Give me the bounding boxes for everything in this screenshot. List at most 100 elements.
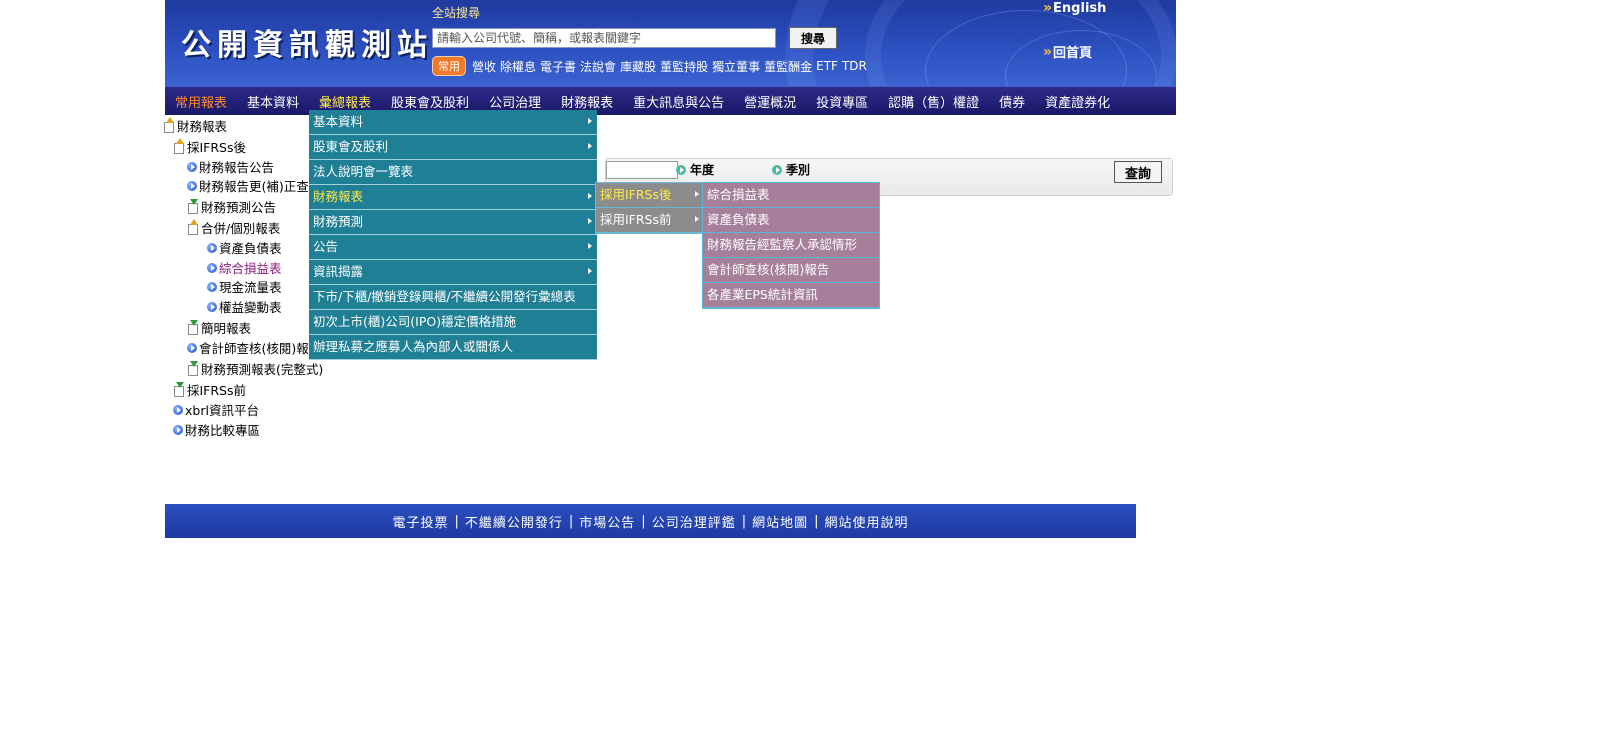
tree-label: 財務報表 — [177, 119, 228, 134]
footer-separator: | — [641, 513, 646, 529]
footer-separator: | — [568, 513, 574, 529]
menu-item-basic-info[interactable]: 基本資料 — [309, 110, 597, 135]
menu-label: 各產業EPS統計資訊 — [707, 287, 818, 302]
tree-label: 採IFRSs前 — [187, 383, 247, 398]
arrow-bullet-icon — [207, 242, 217, 253]
quick-link-tdr[interactable]: TDR — [842, 59, 867, 73]
menu-label: 辦理私募之應募人為內部人或關係人 — [313, 339, 514, 354]
nav-summary-reports[interactable]: 彙總報表 — [309, 92, 381, 111]
home-link-label: 回首頁 — [1053, 46, 1093, 61]
tree-node-condensed-statements[interactable]: 簡明報表 — [187, 318, 251, 337]
site-logo[interactable]: 公開資訊觀測站 — [181, 20, 433, 64]
quick-link-treasury-stock[interactable]: 庫藏股 — [620, 58, 656, 75]
tree-node-report-announcement[interactable]: 財務報告公告 — [187, 157, 274, 176]
footer-link-help[interactable]: 網站使用說明 — [825, 512, 909, 531]
nav-shareholders-dividends[interactable]: 股東會及股利 — [381, 92, 479, 111]
tree-node-consolidated-statements[interactable]: 合併/個別報表 — [187, 218, 280, 237]
menu-item-private-placement[interactable]: 辦理私募之應募人為內部人或關係人 — [309, 335, 597, 360]
tree-node-xbrl[interactable]: xbrl資訊平台 — [173, 400, 259, 419]
menu-item-pre-ifrss[interactable]: 採用IFRSs前 — [596, 208, 704, 233]
tree-node-income-statement[interactable]: 綜合損益表 — [207, 258, 282, 277]
nav-warrants[interactable]: 認購（售）權證 — [878, 92, 989, 111]
quick-link-dividend[interactable]: 除權息 — [500, 58, 536, 75]
tree-node-financial-statements[interactable]: 財務報表 — [163, 116, 227, 135]
footer-link-governance-evaluation[interactable]: 公司治理評鑑 — [652, 512, 736, 531]
tree-label: 採IFRSs後 — [187, 140, 247, 155]
nav-financial-statements[interactable]: 財務報表 — [551, 92, 623, 111]
menu-item-post-ifrss[interactable]: 採用IFRSs後 — [596, 183, 704, 208]
quick-link-revenue[interactable]: 營收 — [472, 58, 496, 75]
tree-node-forecast-announcement[interactable]: 財務預測公告 — [187, 197, 276, 216]
company-code-input[interactable] — [606, 161, 678, 179]
menu-item-announcements[interactable]: 公告 — [309, 235, 597, 260]
year-field[interactable]: 年度 — [676, 161, 714, 178]
search-button[interactable]: 搜尋 — [789, 27, 837, 49]
menu-item-investor-conference-list[interactable]: 法人說明會一覽表 — [309, 160, 597, 185]
nav-corporate-governance[interactable]: 公司治理 — [479, 92, 551, 111]
menu-item-disclosure[interactable]: 資訊揭露 — [309, 260, 597, 285]
menu-label: 法人說明會一覽表 — [313, 164, 414, 179]
search-input[interactable] — [432, 28, 776, 48]
menu-item-industry-eps[interactable]: 各產業EPS統計資訊 — [703, 283, 879, 308]
tree-label: 財務預測公告 — [201, 200, 277, 215]
menu-item-balance-sheet[interactable]: 資產負債表 — [703, 208, 879, 233]
english-link[interactable]: » English — [1043, 0, 1106, 16]
quick-link-independent-director[interactable]: 獨立董事 — [712, 58, 760, 75]
arrow-bullet-icon — [187, 342, 197, 353]
tree-node-forecast-full[interactable]: 財務預測報表(完整式) — [187, 359, 323, 378]
tree-node-pre-ifrss[interactable]: 採IFRSs前 — [173, 380, 246, 399]
menu-item-delisting-summary[interactable]: 下市/下櫃/撤銷登錄興櫃/不繼續公開發行彙總表 — [309, 285, 597, 310]
menu-item-financial-forecast[interactable]: 財務預測 — [309, 210, 597, 235]
menu-label: 公告 — [313, 239, 339, 254]
tree-node-comparison[interactable]: 財務比較專區 — [173, 420, 260, 439]
post-ifrss-submenu: 綜合損益表 資產負債表 財務報告經監察人承認情形 會計師查核(核閱)報告 各產業… — [702, 182, 880, 309]
tree-node-post-ifrss[interactable]: 採IFRSs後 — [173, 137, 246, 156]
nav-common-reports[interactable]: 常用報表 — [165, 92, 237, 111]
footer-link-market-notice[interactable]: 市場公告 — [579, 512, 635, 531]
menu-item-ipo-stabilization[interactable]: 初次上市(櫃)公司(IPO)穩定價格措施 — [309, 310, 597, 335]
menu-item-shareholders-dividends[interactable]: 股東會及股利 — [309, 135, 597, 160]
tree-node-cash-flow[interactable]: 現金流量表 — [207, 277, 282, 296]
tree-node-auditor-report[interactable]: 會計師查核(核閱)報 — [187, 338, 309, 357]
menu-label: 會計師查核(核閱)報告 — [707, 262, 830, 277]
footer-link-discontinued[interactable]: 不繼續公開發行 — [465, 512, 563, 531]
quick-link-etf[interactable]: ETF — [816, 59, 838, 73]
tree-label: 合併/個別報表 — [201, 221, 281, 236]
menu-item-income-statement[interactable]: 綜合損益表 — [703, 183, 879, 208]
nav-securitization[interactable]: 資產證券化 — [1035, 92, 1120, 111]
quick-link-ebook[interactable]: 電子書 — [540, 58, 576, 75]
quick-link-director-remuneration[interactable]: 董監酬金 — [764, 58, 812, 75]
tree-node-report-correction[interactable]: 財務報告更(補)正查 — [187, 176, 309, 195]
menu-label: 基本資料 — [313, 114, 364, 129]
arrow-bullet-icon — [207, 301, 217, 312]
double-chevron-icon: » — [1043, 0, 1052, 16]
tree-node-balance-sheet[interactable]: 資產負債表 — [207, 238, 282, 257]
site-header: 公開資訊觀測站 全站搜尋 搜尋 常用 營收 除權息 電子書 法說會 庫藏股 董監… — [165, 0, 1176, 86]
submenu-arrow-icon — [588, 243, 592, 249]
menu-item-financial-statements[interactable]: 財務報表 — [309, 185, 597, 210]
folder-closed-icon — [173, 381, 185, 397]
submenu-arrow-icon — [695, 216, 699, 222]
folder-open-icon — [187, 218, 199, 235]
nav-basic-info[interactable]: 基本資料 — [237, 92, 309, 111]
menu-item-auditor-report[interactable]: 會計師查核(核閱)報告 — [703, 258, 879, 283]
season-field[interactable]: 季別 — [772, 161, 810, 178]
tree-label: 財務比較專區 — [185, 423, 261, 438]
menu-item-supervisor-approval[interactable]: 財務報告經監察人承認情形 — [703, 233, 879, 258]
footer-link-sitemap[interactable]: 網站地圖 — [752, 512, 808, 531]
tree-node-equity-changes[interactable]: 權益變動表 — [207, 297, 282, 316]
quick-links: 常用 營收 除權息 電子書 法說會 庫藏股 董監持股 獨立董事 董監酬金 ETF… — [432, 56, 867, 76]
financial-statements-submenu: 採用IFRSs後 採用IFRSs前 — [595, 182, 705, 234]
folder-closed-icon — [187, 319, 199, 335]
footer-link-e-voting[interactable]: 電子投票 — [392, 512, 448, 531]
tree-label: 財務報告更(補)正查 — [199, 179, 309, 194]
home-link[interactable]: » 回首頁 — [1043, 42, 1093, 62]
nav-operations[interactable]: 營運概況 — [734, 92, 806, 111]
tree-label: 財務報告公告 — [199, 160, 275, 175]
quick-link-investor-conference[interactable]: 法說會 — [580, 58, 616, 75]
nav-material-info[interactable]: 重大訊息與公告 — [623, 92, 734, 111]
nav-investment[interactable]: 投資專區 — [806, 92, 878, 111]
query-button[interactable]: 查詢 — [1114, 161, 1162, 183]
quick-link-director-holdings[interactable]: 董監持股 — [660, 58, 708, 75]
nav-bonds[interactable]: 債券 — [989, 92, 1035, 111]
